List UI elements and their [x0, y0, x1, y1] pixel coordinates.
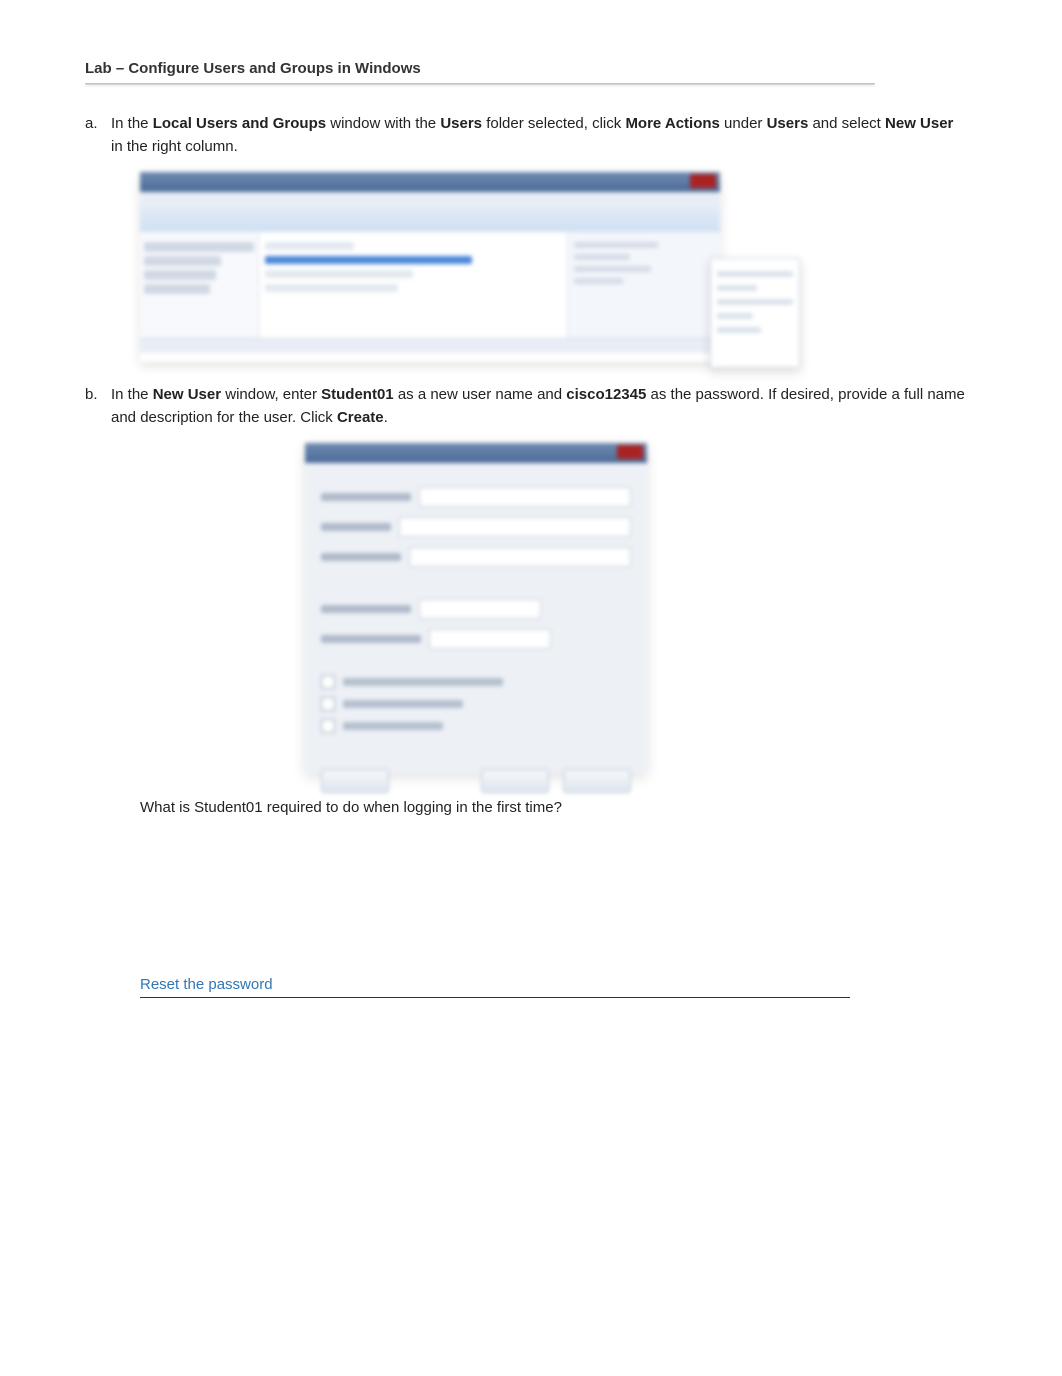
page-title: Lab – Configure Users and Groups in Wind…: [85, 60, 967, 77]
title-divider: [85, 83, 875, 85]
step-a: a. In the Local Users and Groups window …: [85, 113, 967, 158]
step-b-text-2: window, enter: [221, 386, 321, 403]
step-b-letter: b.: [85, 384, 111, 429]
step-b-bold-3: cisco12345: [566, 386, 646, 403]
step-a-text-5: and select: [808, 115, 885, 132]
step-a-bold-3: More Actions: [625, 115, 719, 132]
help-button: [321, 769, 389, 793]
step-b-text-1: In the: [111, 386, 153, 403]
step-a-bold-2: Users: [440, 115, 482, 132]
step-a-text-2: window with the: [326, 115, 440, 132]
close-button: [563, 769, 631, 793]
screenshot-local-users-groups: [140, 172, 720, 362]
more-actions-menu: [710, 258, 800, 368]
step-a-bold-4: Users: [767, 115, 809, 132]
step-a-text-4: under: [720, 115, 767, 132]
step-b-body: In the New User window, enter Student01 …: [111, 384, 967, 429]
screenshot-new-user-dialog: [305, 443, 647, 773]
step-b-bold-2: Student01: [321, 386, 394, 403]
step-a-bold-1: Local Users and Groups: [153, 115, 326, 132]
create-button: [481, 769, 549, 793]
step-b: b. In the New User window, enter Student…: [85, 384, 967, 429]
close-icon: [690, 174, 716, 188]
close-icon: [617, 445, 643, 459]
answer-text: Reset the password: [85, 976, 967, 993]
step-b-bold-1: New User: [153, 386, 221, 403]
step-b-text-3: as a new user name and: [394, 386, 567, 403]
step-b-text-5: .: [384, 409, 388, 426]
step-a-letter: a.: [85, 113, 111, 158]
answer-line: [140, 997, 850, 998]
step-a-text-3: folder selected, click: [482, 115, 625, 132]
step-a-body: In the Local Users and Groups window wit…: [111, 113, 967, 158]
step-a-text-1: In the: [111, 115, 153, 132]
step-a-bold-5: New User: [885, 115, 953, 132]
step-b-bold-4: Create: [337, 409, 384, 426]
step-a-text-6: in the right column.: [111, 138, 238, 155]
